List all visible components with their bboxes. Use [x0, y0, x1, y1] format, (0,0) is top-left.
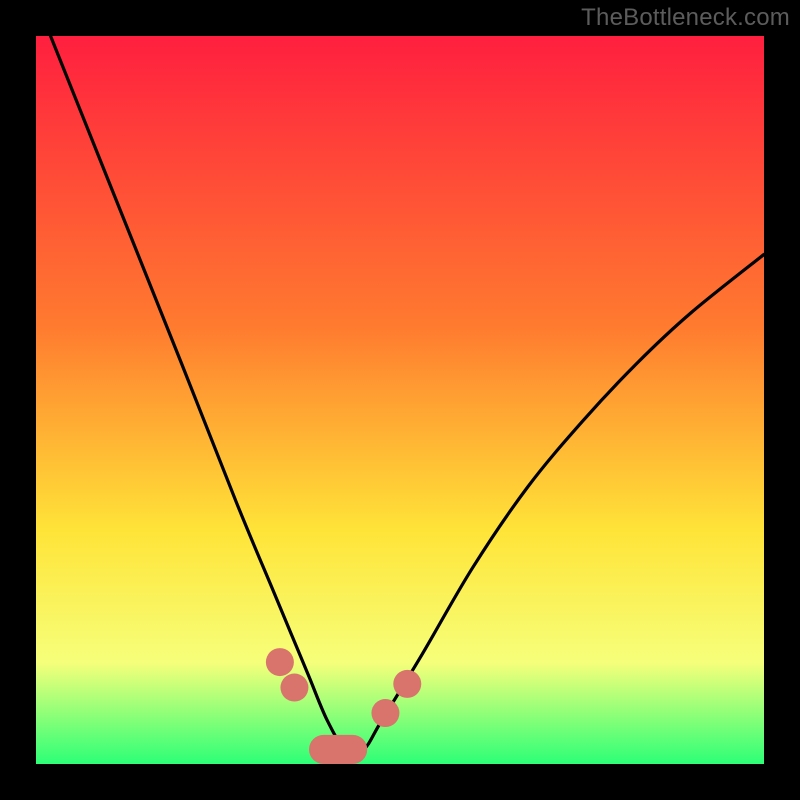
chart-frame: { "attribution": "TheBottleneck.com", "c…	[0, 0, 800, 800]
marker-dot	[371, 699, 399, 727]
plot-background	[36, 36, 764, 764]
marker-dot	[280, 674, 308, 702]
marker-dot	[266, 648, 294, 676]
marker-dot	[393, 670, 421, 698]
bottleneck-chart	[0, 0, 800, 800]
marker-pill	[309, 735, 367, 764]
attribution-text: TheBottleneck.com	[581, 4, 790, 32]
